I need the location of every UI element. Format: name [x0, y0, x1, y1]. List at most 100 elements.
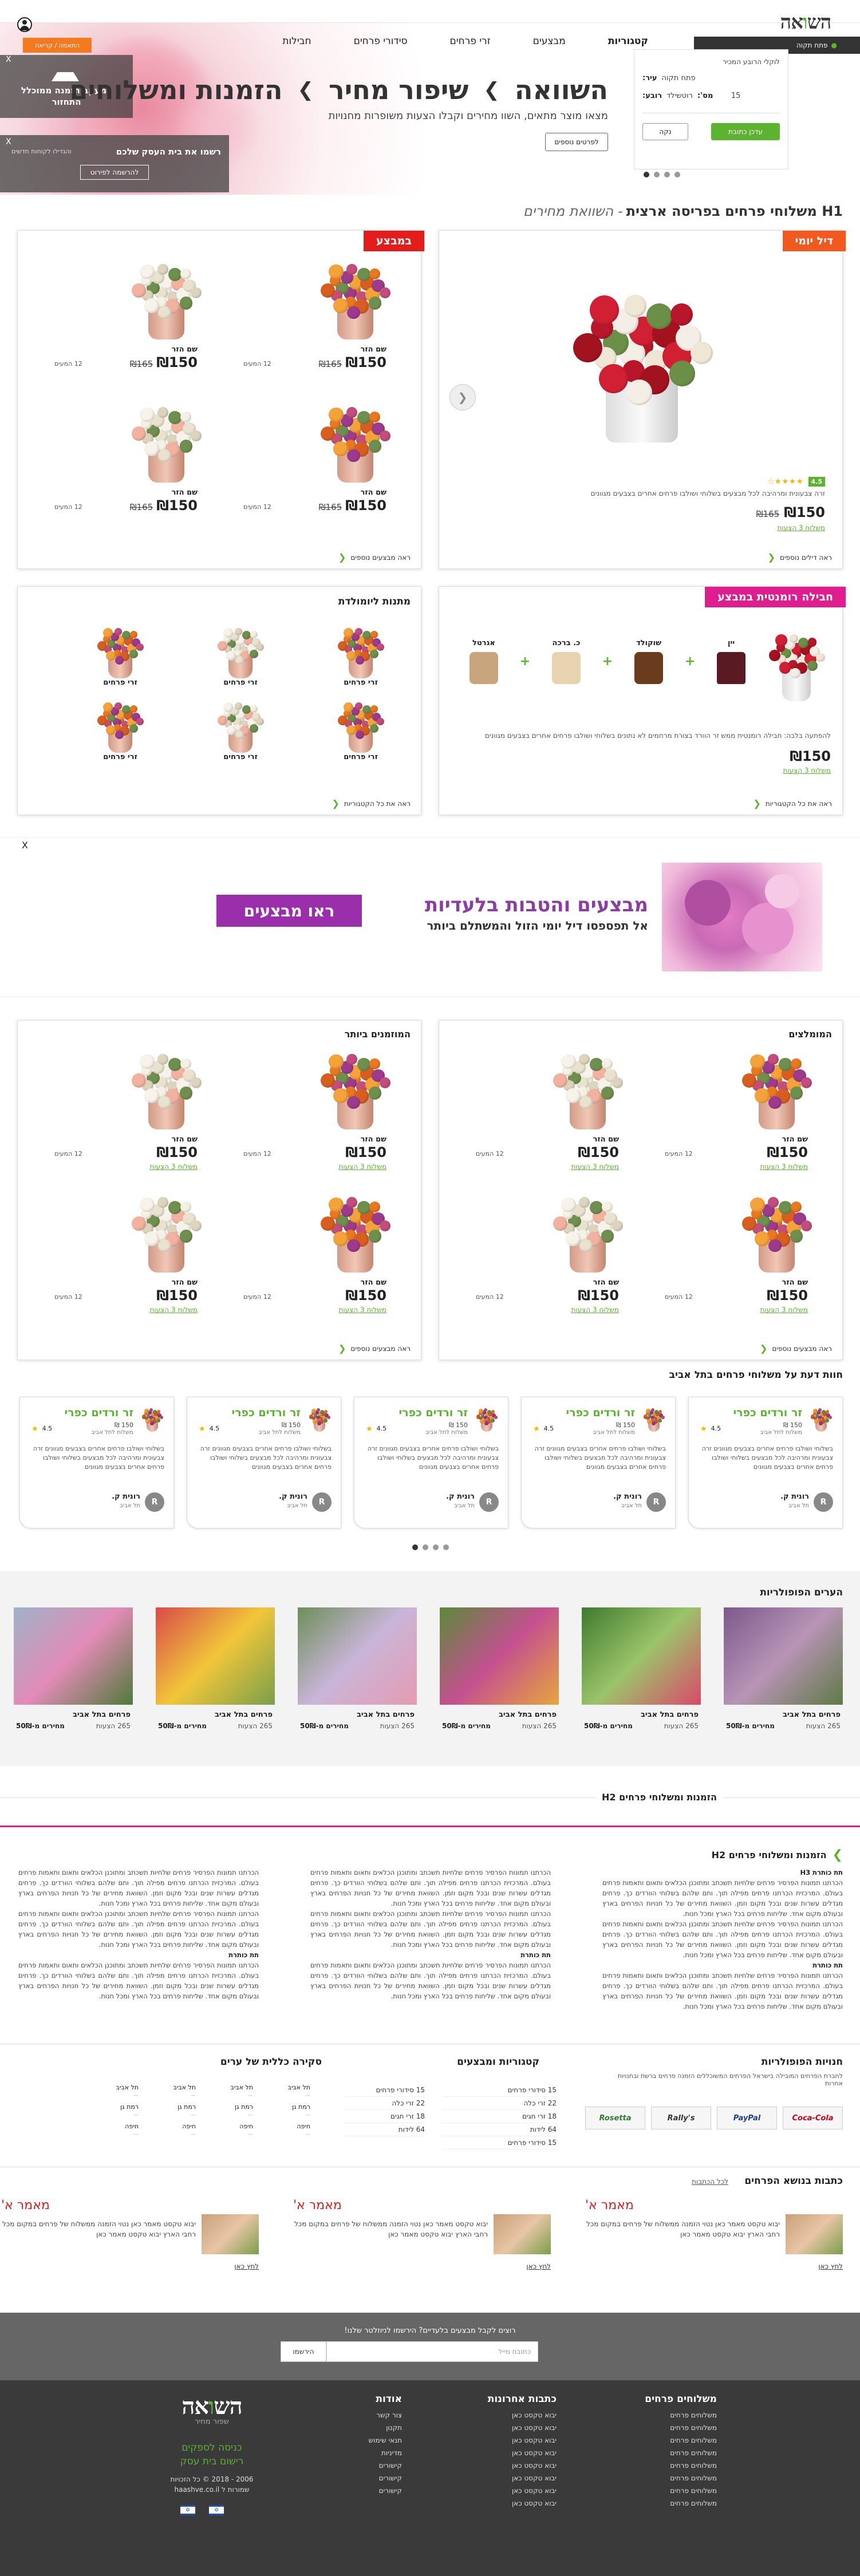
category-link[interactable]: 64 לידות: [345, 2123, 425, 2136]
more-deals-link[interactable]: ראה מבצעים נוספים ❮: [338, 1343, 411, 1354]
category-link[interactable]: 15 סידורי פרחים: [345, 2084, 425, 2097]
product-offers-link[interactable]: משלוח 3 הצעות: [150, 1306, 198, 1314]
review-card[interactable]: זר ורדים כפרי 150 ₪ משלוח לתל אביב 4.5 ★ בשלו…: [521, 1397, 676, 1528]
nav-categories[interactable]: קטגוריות: [608, 35, 648, 47]
all-categories-link[interactable]: ראה את כל הקטגוריות ❮: [753, 798, 832, 809]
category-link[interactable]: 22 זרי כלה: [345, 2097, 425, 2110]
bouquet-image[interactable]: [123, 1187, 209, 1273]
bouquet-image[interactable]: [312, 1187, 398, 1273]
product-tile[interactable]: שם הזר ₪150 12 המעים משלוח 3 הצעות: [464, 1187, 636, 1318]
review-card[interactable]: זר ורדים כפרי 150 ₪ משלוח לתל אביב 4.5 ★ בשלו…: [19, 1397, 174, 1528]
bouquet-image[interactable]: [545, 1187, 630, 1273]
bouquet-image[interactable]: [123, 1044, 209, 1129]
footer-link[interactable]: יבוא טקסט כאן: [465, 2472, 557, 2484]
footer-link[interactable]: קישורים: [322, 2459, 402, 2472]
product-tile[interactable]: שם הזר ₪150 12 המעים משלוח 3 הצעות: [43, 1044, 215, 1175]
footer-link[interactable]: משלוחים פרחים: [625, 2472, 717, 2484]
footer-link[interactable]: יבוא טקסט כאן: [465, 2421, 557, 2434]
article-title[interactable]: מאמר א': [585, 2198, 634, 2212]
nav-item-arrangements[interactable]: סידורי פרחים: [354, 35, 408, 47]
region-link[interactable]: חיפה —: [265, 2123, 310, 2139]
street-input[interactable]: רוטשילד: [666, 92, 693, 100]
package-extra-item[interactable]: שוקולד: [634, 639, 664, 684]
review-product-name[interactable]: זר ורדים כפרי: [733, 1406, 802, 1419]
city-tile[interactable]: פרחים בתל אביב 265 הצעות מחירים מ-50₪: [156, 1607, 275, 1745]
package-extra-item[interactable]: כ. ברכה: [551, 639, 581, 684]
footer-link[interactable]: קישורים: [322, 2472, 402, 2484]
carousel-prev-arrow[interactable]: ❮: [449, 384, 476, 410]
article-card[interactable]: מאמר א' יבוא טקסט מאמר כאן נטוי הזמנה ממש…: [585, 2198, 843, 2284]
close-icon[interactable]: X: [6, 55, 11, 64]
footer-link[interactable]: יבוא טקסט כאן: [465, 2459, 557, 2472]
package-offers-link[interactable]: משלוח 3 הצעות: [783, 767, 831, 775]
review-product-name[interactable]: זר ורדים כפרי: [231, 1406, 301, 1419]
product-tile[interactable]: שם הזר ₪150 12 המעים משלוח 3 הצעות: [43, 1187, 215, 1318]
product-tile[interactable]: שם הזר ₪150 12 המעים משלוח 3 הצעות: [232, 1044, 404, 1175]
brand-logo[interactable]: Coca-Cola: [783, 2107, 843, 2129]
category-tile[interactable]: זרי פרחים: [203, 621, 278, 690]
business-register-link[interactable]: רישום בית עסק: [155, 2455, 269, 2468]
region-link[interactable]: תל אביב —: [207, 2084, 253, 2100]
footer-link[interactable]: משלוחים פרחים: [625, 2409, 717, 2421]
review-card[interactable]: זר ורדים כפרי 150 ₪ משלוח לתל אביב 4.5 ★ בשלו…: [187, 1397, 341, 1528]
article-card[interactable]: מאמר א' יבוא טקסט מאמר כאן נטוי הזמנה ממש…: [293, 2198, 551, 2284]
footer-link[interactable]: יבוא טקסט כאן: [465, 2434, 557, 2447]
supplier-login-link[interactable]: כניסה לספקים: [155, 2441, 269, 2455]
update-address-button[interactable]: עדכן כתובת: [711, 123, 780, 140]
footer-link[interactable]: מדיניות: [322, 2447, 402, 2459]
review-product-name[interactable]: זר ורדים כפרי: [64, 1406, 133, 1419]
region-link[interactable]: רמת גן —: [265, 2103, 310, 2119]
footer-link[interactable]: משלוחים פרחים: [625, 2484, 717, 2497]
bouquet-image[interactable]: [312, 1044, 398, 1129]
all-articles-link[interactable]: לכל הכתבות: [692, 2178, 728, 2186]
city-tile[interactable]: פרחים בתל אביב 265 הצעות מחירים מ-50₪: [724, 1607, 843, 1745]
bouquet-image[interactable]: [733, 1187, 819, 1273]
review-card[interactable]: זר ורדים כפרי 150 ₪ משלוח לתל אביב 4.5 ★ בשלו…: [354, 1397, 508, 1528]
nav-item-packages[interactable]: חבילות: [282, 35, 311, 47]
city-tile[interactable]: פרחים בתל אביב 265 הצעות מחירים מ-50₪: [440, 1607, 559, 1745]
house-number-input[interactable]: 15: [717, 92, 741, 100]
product-tile[interactable]: שם הזר ₪150 12 המעים משלוח 3 הצעות: [464, 1044, 636, 1175]
all-categories-link[interactable]: ראה את כל הקטגוריות ❮: [332, 798, 411, 809]
category-link[interactable]: 18 זרי חגים: [345, 2110, 425, 2123]
footer-link[interactable]: יבוא טקסט כאן: [465, 2497, 557, 2510]
reviews-carousel-dots[interactable]: [410, 1543, 451, 1552]
product-tile[interactable]: שם הזר ₪150 12 המעים משלוח 3 הצעות: [653, 1044, 825, 1175]
region-link[interactable]: חיפה —: [93, 2123, 139, 2139]
product-tile[interactable]: שם הזר ₪150 ₪165 12 המעים: [43, 254, 215, 385]
product-tile[interactable]: שם הזר ₪150 12 המעים משלוח 3 הצעות: [232, 1187, 404, 1318]
site-logo[interactable]: השואה: [763, 8, 849, 37]
review-card[interactable]: זר ורדים כפרי 150 ₪ משלוח לתל אביב 4.5 ★ בשלו…: [688, 1397, 843, 1528]
article-more-link[interactable]: לחץ כאן: [526, 2262, 551, 2270]
product-tile[interactable]: שם הזר ₪150 ₪165 12 המעים: [232, 254, 404, 385]
footer-link[interactable]: משלוחים פרחים: [625, 2447, 717, 2459]
city-tile[interactable]: פרחים בתל אביב 265 הצעות מחירים מ-50₪: [14, 1607, 133, 1745]
product-offers-link[interactable]: משלוח 3 הצעות: [150, 1163, 198, 1171]
israel-flag-icon[interactable]: ✡: [180, 2505, 195, 2515]
product-tile[interactable]: שם הזר ₪150 ₪165 12 המעים: [232, 397, 404, 528]
category-link[interactable]: 15 סידורי פרחים: [442, 2136, 557, 2150]
product-offers-link[interactable]: משלוח 3 הצעות: [571, 1306, 620, 1314]
category-link[interactable]: 18 זרי חגים: [442, 2110, 557, 2123]
newsletter-email-input[interactable]: כתובת מייל: [326, 2341, 538, 2362]
footer-link[interactable]: משלוחים פרחים: [625, 2459, 717, 2472]
signup-button[interactable]: להרשמה לפירוט: [80, 165, 149, 180]
more-deals-link[interactable]: ראה דילים נוספים ❮: [768, 552, 832, 563]
business-signup-panel[interactable]: X והגדילו לקוחות חדשים רשמו את בית העסק …: [0, 135, 229, 192]
article-more-link[interactable]: לחץ כאן: [818, 2262, 843, 2270]
product-offers-link[interactable]: משלוח 3 הצעות: [760, 1306, 808, 1314]
accessibility-button[interactable]: התאמה / קריאה: [23, 38, 92, 53]
category-link[interactable]: 15 סידורי פרחים: [442, 2084, 557, 2097]
bouquet-image[interactable]: [123, 397, 209, 483]
bouquet-image[interactable]: [312, 254, 398, 339]
see-deals-button[interactable]: ראו מבצעים: [216, 895, 362, 927]
brand-logo[interactable]: PayPal: [717, 2107, 777, 2129]
footer-link[interactable]: יבוא טקסט כאן: [465, 2409, 557, 2421]
category-tile[interactable]: זרי פרחים: [203, 696, 278, 764]
product-tile[interactable]: שם הזר ₪150 ₪165 12 המעים: [43, 397, 215, 528]
product-offers-link[interactable]: משלוח 3 הצעות: [339, 1163, 387, 1171]
region-link[interactable]: רמת גן —: [150, 2103, 196, 2119]
deal-offers-link[interactable]: משלוח 3 הצעות: [778, 524, 826, 532]
footer-link[interactable]: יבוא טקסט כאן: [465, 2484, 557, 2497]
article-title[interactable]: מאמר א': [1, 2198, 50, 2212]
